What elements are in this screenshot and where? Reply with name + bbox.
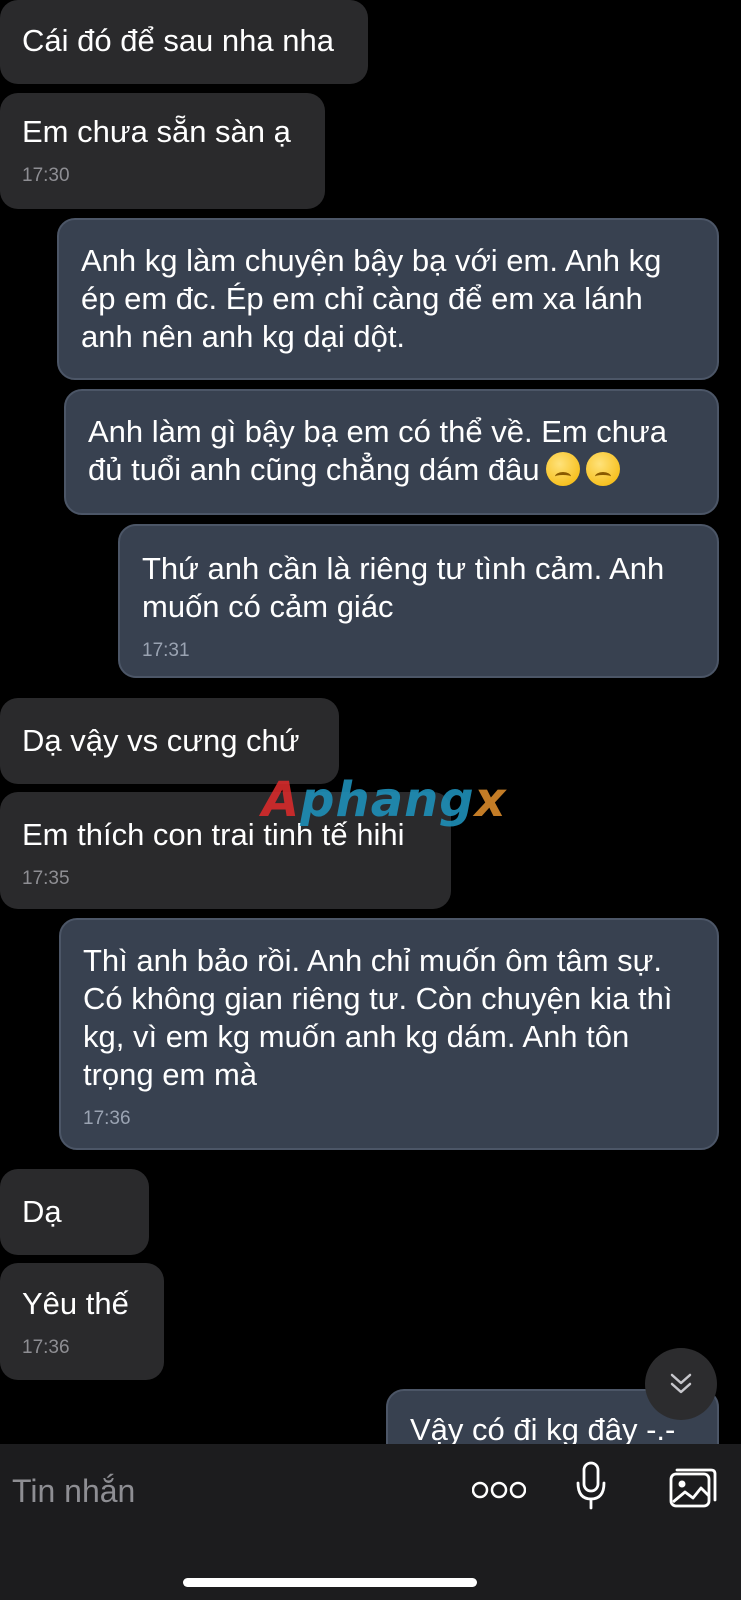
voice-message-button[interactable]	[568, 1458, 614, 1514]
message-bubble[interactable]: Cái đó để sau nha nha	[0, 0, 368, 84]
message-bubble[interactable]: Thứ anh cần là riêng tư tình cảm. Anh mu…	[118, 524, 719, 678]
message-text: Thứ anh cần là riêng tư tình cảm. Anh mu…	[142, 551, 665, 624]
chat-thread[interactable]: Cái đó để sau nha nha Em chưa sẵn sàn ạ …	[0, 0, 741, 1444]
home-indicator[interactable]	[183, 1578, 477, 1587]
message-text: Anh kg làm chuyện bậy bạ với em. Anh kg …	[81, 243, 662, 354]
message-bubble[interactable]: Thì anh bảo rồi. Anh chỉ muốn ôm tâm sự.…	[59, 918, 719, 1150]
watermark-logo: Aphangx	[262, 772, 507, 828]
message-text: Vậy có đi kg đây -.-	[410, 1412, 676, 1444]
message-bubble[interactable]: Em chưa sẵn sàn ạ 17:30	[0, 93, 325, 209]
image-gallery-icon	[669, 1468, 717, 1508]
message-text: Cái đó để sau nha nha	[22, 23, 334, 58]
message-text: Anh làm gì bậy bạ em có thể về. Em chưa …	[88, 414, 668, 487]
attach-image-button[interactable]	[666, 1464, 720, 1512]
message-bubble[interactable]: Anh kg làm chuyện bậy bạ với em. Anh kg …	[57, 218, 719, 380]
message-time: 17:35	[22, 868, 70, 889]
microphone-icon	[576, 1461, 606, 1510]
message-bubble[interactable]: Yêu thế 17:36	[0, 1263, 164, 1380]
message-time: 17:36	[83, 1108, 131, 1129]
anxious-face-emoji-icon	[545, 452, 580, 486]
message-text: Em chưa sẵn sàn ạ	[22, 114, 291, 149]
message-bubble[interactable]: Anh làm gì bậy bạ em có thể về. Em chưa …	[64, 389, 719, 515]
crying-face-emoji-icon	[585, 452, 620, 486]
message-text: Dạ vậy vs cưng chứ	[22, 723, 300, 758]
message-time: 17:31	[142, 640, 190, 661]
message-composer-bar	[0, 1444, 741, 1600]
message-time: 17:36	[22, 1337, 70, 1358]
more-options-button[interactable]	[470, 1468, 528, 1512]
message-text: Yêu thế	[22, 1286, 129, 1321]
message-time: 17:30	[22, 165, 70, 186]
message-bubble[interactable]: Dạ	[0, 1169, 149, 1255]
scroll-to-bottom-button[interactable]	[645, 1348, 717, 1420]
more-dots-icon	[472, 1481, 526, 1499]
double-chevron-down-icon	[670, 1373, 692, 1394]
message-input[interactable]	[10, 1468, 434, 1514]
message-text: Thì anh bảo rồi. Anh chỉ muốn ôm tâm sự.…	[83, 943, 673, 1092]
message-text: Dạ	[22, 1194, 62, 1229]
